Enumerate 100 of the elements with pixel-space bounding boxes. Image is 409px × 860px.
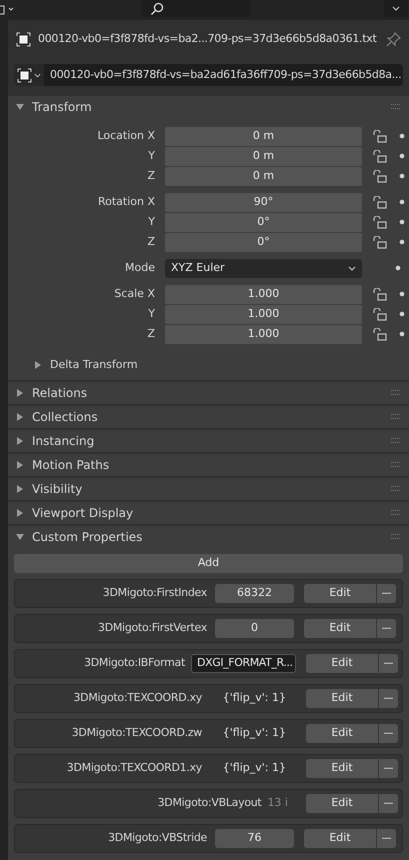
keyframe-dot-icon[interactable] xyxy=(399,133,405,139)
keyframe-dot-icon[interactable] xyxy=(395,265,401,271)
edit-button[interactable]: Edit xyxy=(306,794,378,813)
property-value: 13 i xyxy=(267,795,289,812)
section-title: Viewport Display xyxy=(32,505,134,522)
remove-button[interactable]: — xyxy=(379,759,398,778)
edit-button[interactable]: Edit xyxy=(304,829,376,848)
section-header[interactable]: Collections xyxy=(8,406,409,428)
remove-button[interactable]: — xyxy=(379,794,398,813)
keyframe-dot-icon[interactable] xyxy=(399,311,405,317)
edit-button[interactable]: Edit xyxy=(304,584,376,603)
value-field[interactable]: 76 xyxy=(215,829,294,848)
edit-button[interactable]: Edit xyxy=(306,759,378,778)
property-name: 3DMigoto:VBStride xyxy=(107,830,208,846)
keyframe-dot-icon[interactable] xyxy=(399,291,405,297)
field-label: Mode xyxy=(124,260,156,276)
remove-button[interactable]: — xyxy=(377,619,396,638)
property-value: {'flip_v': 1} xyxy=(222,725,287,742)
property-name: 3DMigoto:FirstIndex xyxy=(102,585,208,602)
keyframe-dot-icon[interactable] xyxy=(399,173,405,179)
keyframe-dot-icon[interactable] xyxy=(399,331,405,337)
section-header[interactable]: Motion Paths xyxy=(8,454,409,476)
value-field[interactable]: 68322 xyxy=(215,584,294,603)
editor-type-icon[interactable] xyxy=(0,4,14,16)
remove-button[interactable]: — xyxy=(377,829,396,848)
section-title: Relations xyxy=(32,385,88,402)
dropdown-button[interactable] xyxy=(384,0,408,17)
keyframe-dot-icon[interactable] xyxy=(399,219,405,225)
remove-button[interactable]: — xyxy=(377,584,396,603)
keyframe-dot-icon[interactable] xyxy=(399,199,405,205)
search-field[interactable] xyxy=(142,0,250,17)
data-block-selector[interactable] xyxy=(14,64,44,86)
property-name: 3DMigoto:TEXCOORD.zw xyxy=(70,725,203,742)
number-field[interactable]: 0° xyxy=(165,232,362,252)
keyframe-dot-icon[interactable] xyxy=(399,153,405,159)
lock-icon[interactable] xyxy=(373,196,387,208)
number-field[interactable]: 0° xyxy=(165,212,362,232)
section-title: Transform xyxy=(32,99,93,116)
collapsed-triangle-icon[interactable] xyxy=(16,413,24,421)
collapsed-triangle-icon[interactable] xyxy=(16,509,24,517)
section-header[interactable]: Custom Properties xyxy=(8,526,409,548)
property-name: 3DMigoto:TEXCOORD.xy xyxy=(72,690,203,706)
lock-icon[interactable] xyxy=(373,328,387,340)
number-field[interactable]: 0 m xyxy=(165,146,362,166)
field-label: Location X xyxy=(96,128,156,144)
section-title: Custom Properties xyxy=(32,529,144,546)
edit-button[interactable]: Edit xyxy=(306,654,378,673)
section-title: Motion Paths xyxy=(32,457,110,474)
text-field[interactable]: DXGI_FORMAT_R... xyxy=(191,654,296,673)
lock-icon[interactable] xyxy=(373,308,387,320)
property-value: {'flip_v': 1} xyxy=(222,690,287,706)
lock-icon[interactable] xyxy=(373,130,387,142)
pin-icon[interactable] xyxy=(386,32,401,46)
collapsed-triangle-icon[interactable] xyxy=(16,461,24,469)
lock-icon[interactable] xyxy=(373,216,387,228)
expanded-triangle-icon[interactable] xyxy=(16,533,24,541)
object-icon xyxy=(17,68,32,82)
expanded-triangle-icon[interactable] xyxy=(16,103,24,111)
remove-button[interactable]: — xyxy=(379,724,398,743)
section-title: Collections xyxy=(32,409,99,426)
field-label: Scale X xyxy=(113,286,156,302)
remove-button[interactable]: — xyxy=(379,689,398,708)
lock-icon[interactable] xyxy=(373,150,387,162)
collapsed-triangle-icon[interactable] xyxy=(34,361,42,369)
number-field[interactable]: 1.000 xyxy=(165,324,362,344)
collapsed-triangle-icon[interactable] xyxy=(16,485,24,493)
section-header[interactable]: Visibility xyxy=(8,478,409,500)
mode-dropdown[interactable]: XYZ Euler xyxy=(165,258,362,278)
field-label: Rotation X xyxy=(96,194,156,210)
lock-icon[interactable] xyxy=(373,236,387,248)
edit-button[interactable]: Edit xyxy=(304,619,376,638)
data-block-name-field[interactable]: 000120-vb0=f3f878fd-vs=ba2ad61fa36ff709-ps=37d3e66b5d8a... xyxy=(44,64,403,86)
lock-icon[interactable] xyxy=(373,288,387,300)
number-field[interactable]: 0 m xyxy=(165,166,362,186)
number-field[interactable]: 1.000 xyxy=(165,304,362,324)
number-field[interactable]: 90° xyxy=(165,192,362,212)
section-header[interactable]: Transform xyxy=(8,96,409,118)
remove-button[interactable]: — xyxy=(379,654,398,673)
property-name: 3DMigoto:VBLayout xyxy=(156,795,262,812)
section-header[interactable]: Viewport Display xyxy=(8,502,409,524)
value-field[interactable]: 0 xyxy=(215,619,294,638)
number-field[interactable]: 0 m xyxy=(165,126,362,146)
number-field[interactable]: 1.000 xyxy=(165,284,362,304)
lock-icon[interactable] xyxy=(373,170,387,182)
collapsed-triangle-icon[interactable] xyxy=(16,437,24,445)
edit-button[interactable]: Edit xyxy=(306,724,378,743)
object-name: 000120-vb0=f3f878fd-vs=ba2...709-ps=37d3e66b5d8a0361.txt xyxy=(38,30,378,47)
field-label: Z xyxy=(146,168,156,184)
search-icon xyxy=(150,2,164,16)
subpanel-header[interactable]: Delta Transform xyxy=(8,354,409,376)
edit-button[interactable]: Edit xyxy=(306,689,378,708)
keyframe-dot-icon[interactable] xyxy=(399,239,405,245)
chevron-down-icon xyxy=(348,266,356,270)
subpanel-title: Delta Transform xyxy=(50,356,138,373)
field-label: Y xyxy=(147,306,156,322)
add-button[interactable]: Add xyxy=(14,554,403,573)
section-header[interactable]: Relations xyxy=(8,382,409,404)
collapsed-triangle-icon[interactable] xyxy=(16,389,24,397)
property-name: 3DMigoto:TEXCOORD1.xy xyxy=(66,760,203,776)
section-header[interactable]: Instancing xyxy=(8,430,409,452)
